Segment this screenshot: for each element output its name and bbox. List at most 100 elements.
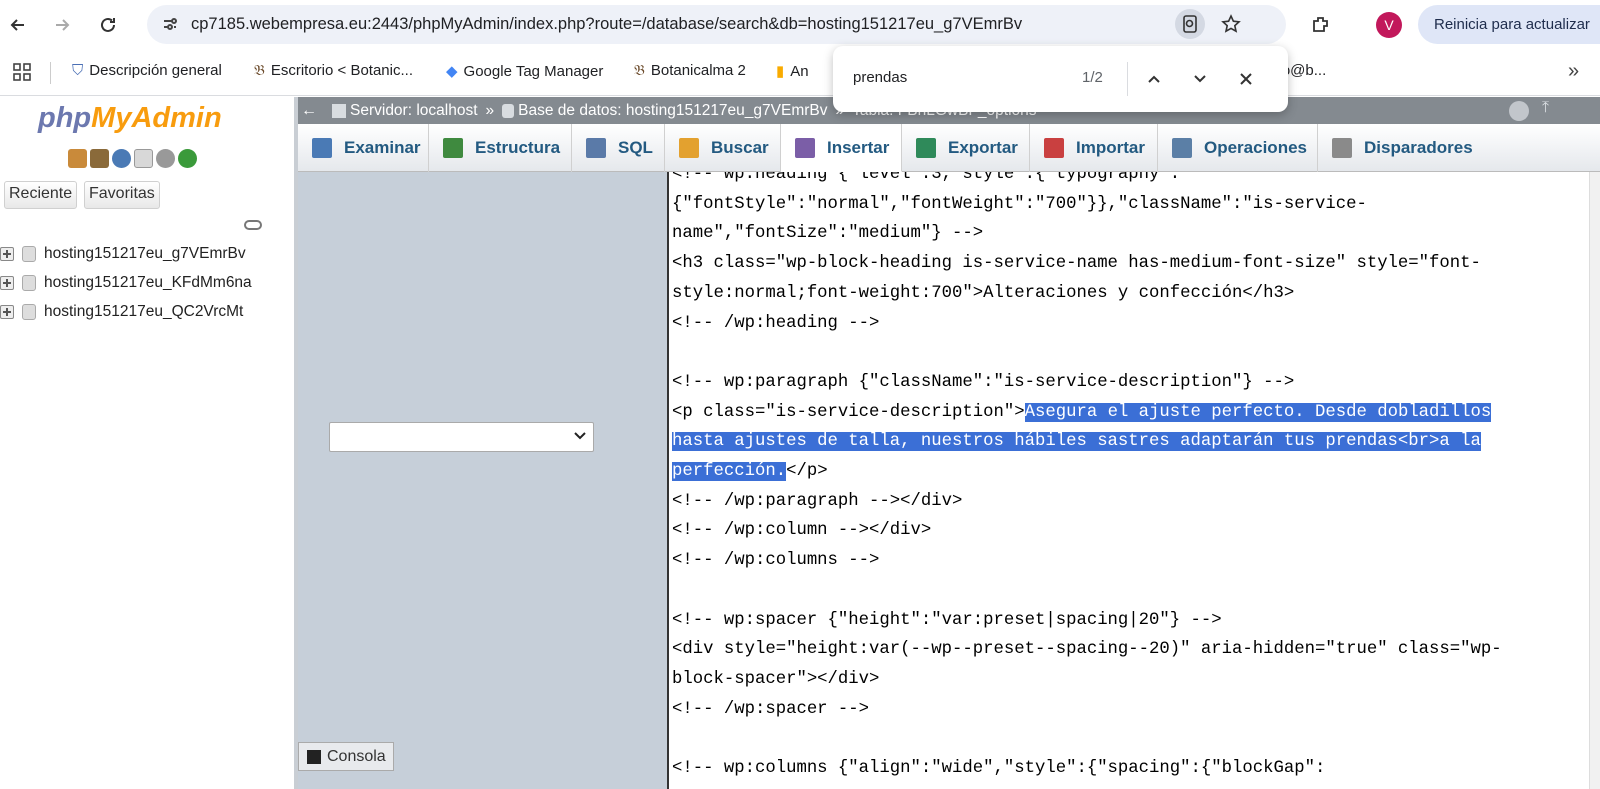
link-icon[interactable]: [244, 220, 262, 230]
database-icon: [22, 304, 36, 320]
tab-insertar[interactable]: Insertar: [781, 124, 902, 172]
expand-icon[interactable]: [0, 247, 14, 261]
bookmark-item[interactable]: 𝔅 Escritorio < Botanic...: [254, 62, 413, 79]
favorites-button[interactable]: Favoritas: [84, 181, 160, 209]
bookmarks-divider: [50, 62, 51, 84]
triggers-icon: [1332, 138, 1352, 158]
sidebar-icon-row: [68, 149, 197, 168]
tab-importar[interactable]: Importar: [1030, 124, 1158, 172]
profile-avatar[interactable]: V: [1376, 12, 1402, 38]
update-button[interactable]: Reinicia para actualizar: [1418, 5, 1600, 44]
database-icon: [22, 275, 36, 291]
code-line: <!-- wp:spacer {"height":"var:preset|spa…: [672, 610, 1222, 630]
apps-grid-icon[interactable]: [12, 62, 32, 87]
insert-form-pane: [298, 172, 667, 789]
chevron-down-icon[interactable]: [1187, 66, 1213, 92]
reload-icon[interactable]: [90, 7, 126, 43]
url-text: cp7185.webempresa.eu:2443/phpMyAdmin/ind…: [191, 15, 1023, 33]
bookmark-star-icon[interactable]: [1221, 14, 1241, 39]
selected-text: Asegura el ajuste perfecto. Desde doblad…: [1024, 402, 1492, 422]
breadcrumb-server[interactable]: Servidor: localhost: [350, 102, 478, 120]
console-icon: [307, 749, 321, 764]
botanic-favicon-icon: 𝔅: [254, 62, 265, 79]
database-item[interactable]: hosting151217eu_KFdMm6na: [0, 271, 252, 295]
tab-estructura[interactable]: Estructura: [429, 124, 572, 172]
expand-icon[interactable]: [0, 276, 14, 290]
gear-icon[interactable]: [156, 149, 175, 168]
chevron-down-icon: [573, 428, 587, 447]
tab-exportar[interactable]: Exportar: [902, 124, 1030, 172]
tab-operaciones[interactable]: Operaciones: [1158, 124, 1318, 172]
database-item[interactable]: hosting151217eu_g7VEmrBv: [0, 242, 246, 266]
home-icon[interactable]: [68, 149, 87, 168]
code-line: <!-- /wp:paragraph --></div>: [672, 491, 963, 511]
code-content: <!-- wp:heading {"level":3,"style":{"typ…: [672, 172, 1502, 784]
code-line: <!-- /wp:columns -->: [672, 551, 880, 571]
tab-sql[interactable]: SQL: [572, 124, 665, 172]
address-bar[interactable]: cp7185.webempresa.eu:2443/phpMyAdmin/ind…: [147, 5, 1286, 44]
code-line: <!-- /wp:heading -->: [672, 313, 880, 333]
extensions-icon[interactable]: [1310, 14, 1332, 41]
more-bookmarks-icon[interactable]: »: [1568, 60, 1579, 83]
insert-icon: [795, 137, 815, 158]
phpmyadmin-logo[interactable]: phpMyAdmin: [38, 102, 222, 135]
code-line: <!-- wp:heading {"level":3,"style":{"typ…: [672, 172, 1181, 184]
code-line: style:normal;font-weight:700">Alteracion…: [672, 283, 1295, 303]
help-icon[interactable]: [112, 149, 131, 168]
code-line: {"fontStyle":"normal","fontWeight":"700"…: [672, 194, 1367, 214]
code-line: <!-- /wp:spacer -->: [672, 699, 870, 719]
code-line: name","fontSize":"medium"} -->: [672, 224, 984, 244]
selected-text: perfección.: [672, 462, 787, 482]
find-bar: prendas 1/2: [833, 46, 1288, 112]
docs-icon[interactable]: [134, 149, 153, 168]
tab-buscar[interactable]: Buscar: [665, 124, 781, 172]
code-line: block-spacer"></div>: [672, 669, 880, 689]
bookmarks-bar: ⛉ Descripción general 𝔅 Escritorio < Botan…: [0, 50, 1600, 96]
code-line: <!-- wp:paragraph {"className":"is-servi…: [672, 372, 1295, 392]
tab-disparadores[interactable]: Disparadores: [1318, 124, 1485, 172]
close-icon[interactable]: [1233, 66, 1259, 92]
find-query[interactable]: prendas: [853, 69, 907, 86]
tab-examinar[interactable]: Examinar: [298, 124, 429, 172]
chevron-up-icon[interactable]: [1141, 66, 1167, 92]
code-line: <!-- wp:columns {"align":"wide","style":…: [672, 759, 1326, 779]
code-line: <!-- /wp:column --></div>: [672, 521, 932, 541]
console-button[interactable]: Consola: [298, 742, 394, 771]
tag-manager-icon: ◆: [446, 63, 458, 80]
vertical-scrollbar[interactable]: [1589, 172, 1600, 789]
site-favicon-icon: ⛉: [72, 62, 84, 79]
selected-text: hasta ajustes de talla, nuestros hábiles…: [672, 432, 1481, 452]
settings-gear-icon[interactable]: [1509, 101, 1529, 121]
analytics-icon: ▮: [776, 63, 785, 80]
wrench-icon: [1172, 138, 1192, 158]
bookmark-item[interactable]: 𝔅 Botanicalma 2: [634, 62, 746, 79]
collapse-icon[interactable]: ⤒: [1542, 99, 1549, 117]
bookmark-item[interactable]: ▮ An: [776, 62, 809, 81]
recent-button[interactable]: Reciente: [4, 181, 78, 209]
site-info-icon[interactable]: [161, 15, 179, 38]
export-icon: [916, 138, 936, 158]
code-line: <h3 class="wp-block-heading is-service-n…: [672, 254, 1481, 274]
collapse-arrow-icon[interactable]: ←: [298, 102, 320, 120]
logout-icon[interactable]: [90, 149, 109, 168]
value-textarea[interactable]: <!-- wp:heading {"level":3,"style":{"typ…: [667, 172, 1589, 789]
search-icon: [679, 138, 699, 158]
back-icon[interactable]: [0, 7, 36, 43]
function-select[interactable]: [329, 422, 594, 452]
forward-icon[interactable]: [44, 7, 80, 43]
botanic-favicon-icon: 𝔅: [634, 62, 645, 79]
refresh-icon[interactable]: [178, 149, 197, 168]
bookmark-item[interactable]: ◆ Google Tag Manager: [446, 62, 603, 81]
breadcrumb-database[interactable]: Base de datos: hosting151217eu_g7VEmrBv: [518, 102, 827, 120]
breadcrumb-separator: »: [485, 101, 495, 119]
structure-icon: [443, 138, 463, 158]
code-line: <div style="height:var(--wp--preset--spa…: [672, 640, 1502, 660]
database-item[interactable]: hosting151217eu_QC2VrcMt: [0, 300, 243, 324]
find-count: 1/2: [1082, 69, 1103, 86]
bookmark-item[interactable]: ⛉ Descripción general: [72, 62, 222, 79]
expand-icon[interactable]: [0, 305, 14, 319]
browser-toolbar: cp7185.webempresa.eu:2443/phpMyAdmin/ind…: [0, 0, 1600, 50]
code-line: <p class="is-service-description">: [672, 402, 1025, 422]
find-in-page-icon[interactable]: [1175, 9, 1205, 39]
server-icon: [332, 103, 346, 118]
